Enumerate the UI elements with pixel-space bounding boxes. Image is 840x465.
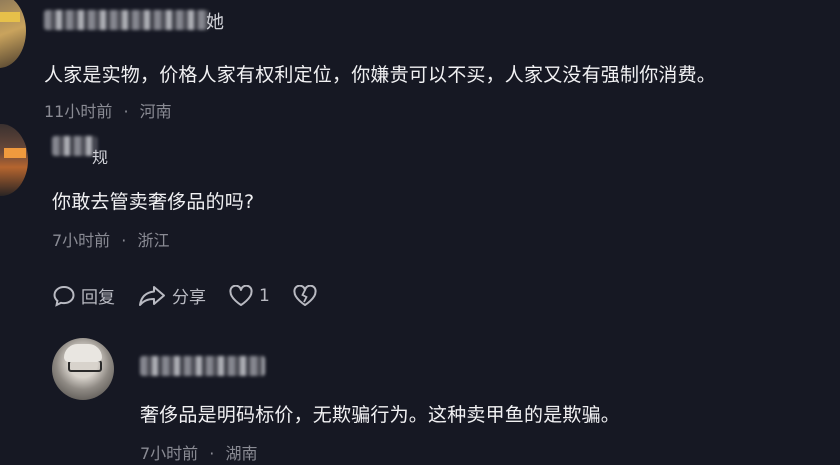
comment-3-avatar[interactable] xyxy=(52,338,114,400)
comment-1-avatar[interactable] xyxy=(0,0,26,68)
share-arrow-icon xyxy=(139,285,165,306)
comment-2-avatar[interactable] xyxy=(0,124,28,196)
heart-icon xyxy=(229,284,253,306)
dislike-button[interactable] xyxy=(292,284,323,307)
comment-2-meta: 7小时前 · 浙江 xyxy=(52,227,169,251)
comment-2-text: 你敢去管卖奢侈品的吗? xyxy=(52,191,255,213)
comment-1-text: 人家是实物，价格人家有权利定位，你嫌贵可以不买，人家又没有强制你消费。 xyxy=(44,64,717,86)
like-button[interactable]: 1 xyxy=(228,284,270,307)
reply-button[interactable]: 回复 xyxy=(52,283,115,308)
comment-3-username[interactable] xyxy=(140,356,265,376)
comment-1-meta: 11小时前 · 河南 xyxy=(44,98,172,122)
comment-3-text: 奢侈品是明码标价，无欺骗行为。这种卖甲鱼的是欺骗。 xyxy=(140,404,621,426)
comment-1-location: 河南 xyxy=(139,102,172,121)
comment-2-time: 7小时前 xyxy=(52,231,111,250)
comment-1-time: 11小时前 xyxy=(44,102,113,121)
comment-1-username[interactable] xyxy=(44,10,209,30)
comment-2-location: 浙江 xyxy=(137,231,170,250)
broken-heart-icon xyxy=(293,284,317,306)
comment-2-username[interactable] xyxy=(52,136,97,156)
comment-2-username-suffix: 规 xyxy=(92,148,109,167)
separator: · xyxy=(121,231,127,250)
comment-3-location: 湖南 xyxy=(225,444,258,463)
share-button[interactable]: 分享 xyxy=(137,283,206,308)
comment-3-meta: 7小时前 · 湖南 xyxy=(140,440,257,464)
separator: · xyxy=(209,444,215,463)
share-label: 分享 xyxy=(172,288,206,308)
comment-2-actions: 回复 分享 1 xyxy=(52,283,345,308)
reply-label: 回复 xyxy=(81,288,115,308)
comment-3-time: 7小时前 xyxy=(140,444,199,463)
separator: · xyxy=(123,102,129,121)
like-count: 1 xyxy=(259,285,270,306)
comment-bubble-icon xyxy=(53,285,75,307)
comment-1-username-suffix: 她 xyxy=(206,12,224,33)
